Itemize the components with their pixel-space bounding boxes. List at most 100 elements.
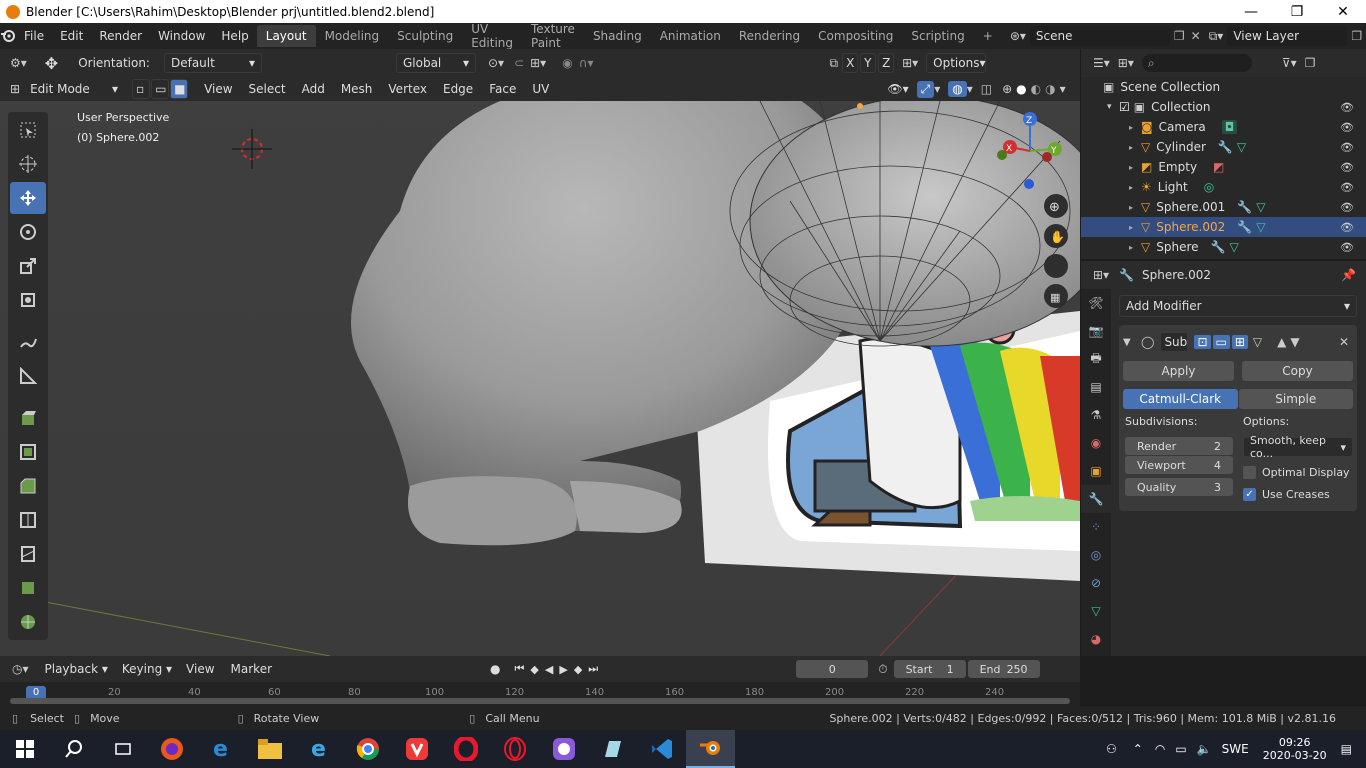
current-frame-field[interactable]: 0 (796, 660, 869, 678)
render-tab-icon[interactable]: 📷 (1081, 317, 1111, 345)
overlay-dropdown-icon[interactable]: ▾ (967, 82, 973, 96)
playback-dropdown[interactable]: Playback ▾ (38, 659, 114, 679)
blender-menu-icon[interactable] (0, 29, 16, 43)
tab-shading[interactable]: Shading (584, 25, 651, 47)
constraints-tab-icon[interactable]: ⊘ (1081, 569, 1111, 597)
gizmo-dropdown-icon[interactable]: ▾ (934, 82, 940, 96)
knife-tool-icon[interactable] (10, 538, 46, 570)
wrench-icon[interactable]: 🔧 (1218, 140, 1233, 154)
vertex-select-icon[interactable]: ▫ (132, 79, 151, 99)
cursor-tool-icon[interactable] (10, 148, 46, 180)
image-data-icon[interactable]: ◩ (1213, 160, 1224, 174)
mesh-data-icon[interactable]: ▽ (1256, 220, 1265, 234)
menu-window[interactable]: Window (150, 29, 213, 43)
keying-dropdown[interactable]: Keying ▾ (115, 659, 179, 679)
record-icon[interactable]: ● (490, 662, 500, 676)
rendered-shading-icon[interactable]: ◑ (1045, 82, 1055, 96)
tab-sculpting[interactable]: Sculpting (388, 25, 462, 47)
data-tab-icon[interactable]: ▽ (1081, 597, 1111, 625)
proportional-edit-icon[interactable]: ◉ (562, 56, 572, 70)
delete-scene-icon[interactable]: ✕ (1191, 29, 1201, 43)
optimal-display-checkbox[interactable]: Optimal Display (1243, 463, 1353, 481)
edge-select-icon[interactable]: ▭ (151, 79, 170, 99)
end-frame-field[interactable]: End 250 (967, 660, 1040, 678)
maximize-button[interactable]: ❐ (1274, 0, 1320, 23)
expand-arrow-icon[interactable]: ▸ (1129, 143, 1141, 152)
rotate-tool-icon[interactable] (10, 216, 46, 248)
pivot-point-icon[interactable]: ⊙▾ (488, 56, 504, 70)
app-purple-icon[interactable] (539, 730, 588, 768)
simple-button[interactable]: Simple (1238, 389, 1353, 409)
outliner-item-camera[interactable]: ▸ ◙ Camera ◘ 👁 (1081, 117, 1366, 137)
measure-tool-icon[interactable] (10, 360, 46, 392)
eye-icon[interactable]: 👁 (1340, 101, 1354, 114)
tab-layout[interactable]: Layout (256, 25, 316, 47)
view-layer-name[interactable]: View Layer (1227, 26, 1348, 46)
menu-edge[interactable]: Edge (435, 82, 481, 96)
blender-taskbar-icon[interactable] (686, 730, 735, 768)
wrench-icon[interactable]: 🔧 (1237, 220, 1252, 234)
tab-modeling[interactable]: Modeling (316, 25, 389, 47)
material-shading-icon[interactable]: ◐ (1031, 82, 1041, 96)
remove-modifier-icon[interactable]: ✕ (1339, 335, 1349, 349)
task-view-icon[interactable] (98, 730, 147, 768)
particles-tab-icon[interactable]: ⁘ (1081, 513, 1111, 541)
collapse-arrow-icon[interactable]: ▼ (1123, 337, 1139, 348)
filter-icon[interactable]: ⊽▾ (1282, 56, 1297, 70)
copy-view-layer-icon[interactable]: ❐ (1351, 29, 1362, 43)
timeline-ruler[interactable]: 0 20 40 60 80 100 120 140 160 180 200 22… (0, 682, 1080, 706)
jump-end-icon[interactable]: ⏭ (588, 662, 598, 676)
spin-tool-icon[interactable] (10, 606, 46, 638)
render-toggle-icon[interactable]: ⊞ (1231, 335, 1248, 349)
wifi-icon[interactable]: ◠ (1155, 742, 1165, 756)
expand-arrow-icon[interactable]: ▸ (1129, 123, 1141, 132)
outliner-editor-icon[interactable]: ☰▾ (1093, 56, 1110, 70)
inset-tool-icon[interactable] (10, 436, 46, 468)
add-workspace-button[interactable]: + (974, 25, 1002, 47)
menu-face[interactable]: Face (481, 82, 524, 96)
transform-orientation-dropdown[interactable]: Global ▾ (395, 53, 476, 73)
timeline-editor-icon[interactable]: ◷▾ (12, 662, 29, 676)
start-frame-field[interactable]: Start 1 (893, 660, 966, 678)
poly-build-tool-icon[interactable] (10, 572, 46, 604)
internet-explorer-icon[interactable]: e (294, 730, 343, 768)
outliner-item-light[interactable]: ▸ ☀ Light ◎ 👁 (1081, 177, 1366, 197)
move-tool-icon[interactable] (10, 182, 46, 214)
tool-tab-icon[interactable]: 🛠 (1081, 289, 1111, 317)
file-explorer-icon[interactable] (245, 730, 294, 768)
mode-dropdown[interactable]: Edit Mode ▾ (24, 79, 125, 99)
new-collection-icon[interactable]: ❐ (1305, 56, 1316, 70)
vivaldi-icon[interactable] (392, 730, 441, 768)
vscode-icon[interactable] (637, 730, 686, 768)
outliner-item-sphere[interactable]: ▸ ▽ Sphere 🔧 ▽ 👁 (1081, 237, 1366, 257)
timeline-view-menu[interactable]: View (178, 662, 222, 676)
apply-button[interactable]: Apply (1123, 361, 1234, 381)
light-data-icon[interactable]: ◎ (1204, 180, 1214, 194)
mirror-z-toggle[interactable]: Z (878, 53, 895, 73)
editmode-toggle-icon[interactable]: ⊡ (1194, 335, 1211, 349)
tab-scripting[interactable]: Scripting (902, 25, 973, 47)
camera-data-icon[interactable]: ◘ (1221, 120, 1238, 134)
mirror-y-toggle[interactable]: Y (860, 53, 877, 73)
tab-animation[interactable]: Animation (651, 25, 730, 47)
clock[interactable]: 09:26 2020-03-20 (1263, 736, 1327, 762)
falloff-icon[interactable]: ∩▾ (579, 56, 594, 70)
eye-icon[interactable]: 👁 (1340, 161, 1354, 174)
eye-icon[interactable]: 👁 (1340, 121, 1354, 134)
start-button[interactable] (0, 730, 49, 768)
uv-smooth-dropdown[interactable]: Smooth, keep co... ▾ (1243, 434, 1353, 460)
expand-arrow-icon[interactable]: ▾ (1107, 102, 1119, 112)
extrude-tool-icon[interactable] (10, 402, 46, 434)
menu-uv[interactable]: UV (524, 82, 557, 96)
modifier-name-field[interactable]: Sub (1160, 332, 1189, 352)
annotate-tool-icon[interactable] (10, 326, 46, 358)
add-modifier-dropdown[interactable]: Add Modifier ▾ (1119, 295, 1357, 317)
catmull-clark-button[interactable]: Catmull-Clark (1123, 389, 1238, 409)
pin-icon[interactable]: 📌 (1341, 268, 1356, 282)
mirror-icon[interactable]: ⧉ (830, 56, 839, 71)
wrench-icon[interactable]: 🔧 (1211, 240, 1226, 254)
mesh-data-icon[interactable]: ▽ (1229, 240, 1238, 254)
view-layer-selector[interactable]: ⧉▾ View Layer ❐ ✕ (1209, 26, 1366, 46)
output-tab-icon[interactable]: 🖶 (1081, 345, 1111, 373)
timeline-marker-menu[interactable]: Marker (223, 662, 280, 676)
